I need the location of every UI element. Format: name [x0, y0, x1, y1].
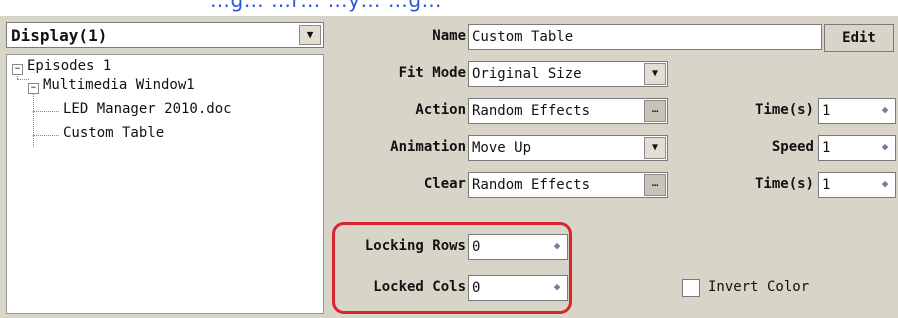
clear-value: Random Effects: [472, 177, 591, 193]
tree-line: [33, 89, 34, 147]
tree-item-label: Custom Table: [63, 125, 165, 141]
ellipsis-icon[interactable]: …: [644, 100, 666, 122]
name-field[interactable]: Custom Table: [468, 24, 822, 50]
edit-button[interactable]: Edit: [824, 24, 894, 52]
ellipsis-icon[interactable]: …: [644, 174, 666, 196]
left-pane: Display(1) ▼ − Episodes 1 − Multimedia W…: [0, 16, 330, 318]
tree-item-multimedia-window[interactable]: Multimedia Window1: [43, 77, 195, 93]
chevron-down-icon[interactable]: ▼: [644, 137, 666, 159]
locking-rows-label: Locking Rows: [364, 238, 466, 254]
display-combo-value: Display(1): [11, 26, 108, 45]
spinner-icon[interactable]: ◆: [875, 136, 895, 158]
action-time-label: Time(s): [754, 102, 814, 118]
clear-time-label: Time(s): [754, 176, 814, 192]
locked-cols-value: 0: [472, 280, 481, 296]
name-value: Custom Table: [472, 29, 574, 45]
fit-mode-value: Original Size: [472, 66, 582, 82]
display-combo[interactable]: Display(1) ▼: [6, 22, 324, 48]
locked-cols-input[interactable]: 0 ◆: [468, 275, 568, 301]
invert-color-checkbox[interactable]: [682, 279, 700, 297]
tree-line: [17, 79, 29, 80]
fit-mode-select[interactable]: Original Size ▼: [468, 61, 668, 87]
tree-item-label: Episodes 1: [27, 58, 112, 74]
minus-box-icon[interactable]: −: [12, 64, 23, 75]
action-value: Random Effects: [472, 103, 591, 119]
speed-value: 1: [822, 140, 831, 156]
clear-time-input[interactable]: 1 ◆: [818, 172, 896, 198]
spinner-icon[interactable]: ◆: [875, 99, 895, 121]
tree-item-label: Multimedia Window1: [43, 77, 195, 93]
tree-line: [33, 135, 59, 136]
animation-value: Move Up: [472, 140, 532, 156]
tree-item-custom-table[interactable]: Custom Table: [63, 125, 164, 141]
tree-line: [33, 111, 59, 112]
clear-field[interactable]: Random Effects …: [468, 172, 668, 198]
name-label: Name: [432, 28, 466, 44]
action-field[interactable]: Random Effects …: [468, 98, 668, 124]
top-caption-strip: …g… …r… …y… …g…: [0, 0, 898, 16]
tree-item-led-manager[interactable]: LED Manager 2010.doc: [63, 101, 232, 117]
action-time-input[interactable]: 1 ◆: [818, 98, 896, 124]
speed-input[interactable]: 1 ◆: [818, 135, 896, 161]
properties-pane: Name Custom Table Edit Fit Mode Original…: [330, 16, 898, 318]
minus-box-icon[interactable]: −: [28, 83, 39, 94]
clear-time-value: 1: [822, 177, 831, 193]
action-label: Action: [415, 102, 466, 118]
animation-select[interactable]: Move Up ▼: [468, 135, 668, 161]
invert-color-label: Invert Color: [708, 279, 810, 295]
locking-rows-input[interactable]: 0 ◆: [468, 234, 568, 260]
chevron-down-icon[interactable]: ▼: [299, 25, 321, 45]
spinner-icon[interactable]: ◆: [547, 235, 567, 257]
locking-rows-value: 0: [472, 239, 481, 255]
spinner-icon[interactable]: ◆: [547, 276, 567, 298]
chevron-down-icon[interactable]: ▼: [644, 63, 666, 85]
locked-cols-label: Locked Cols: [373, 279, 466, 295]
tree-view[interactable]: − Episodes 1 − Multimedia Window1 LED Ma…: [6, 54, 324, 314]
animation-label: Animation: [390, 139, 466, 155]
top-caption: …g… …r… …y… …g…: [210, 0, 443, 12]
spinner-icon[interactable]: ◆: [875, 173, 895, 195]
fit-mode-label: Fit Mode: [398, 65, 466, 81]
speed-label: Speed: [771, 139, 814, 155]
clear-label: Clear: [423, 176, 466, 192]
action-time-value: 1: [822, 103, 831, 119]
tree-item-label: LED Manager 2010.doc: [63, 101, 232, 117]
tree-item-episodes[interactable]: Episodes 1: [27, 58, 111, 74]
